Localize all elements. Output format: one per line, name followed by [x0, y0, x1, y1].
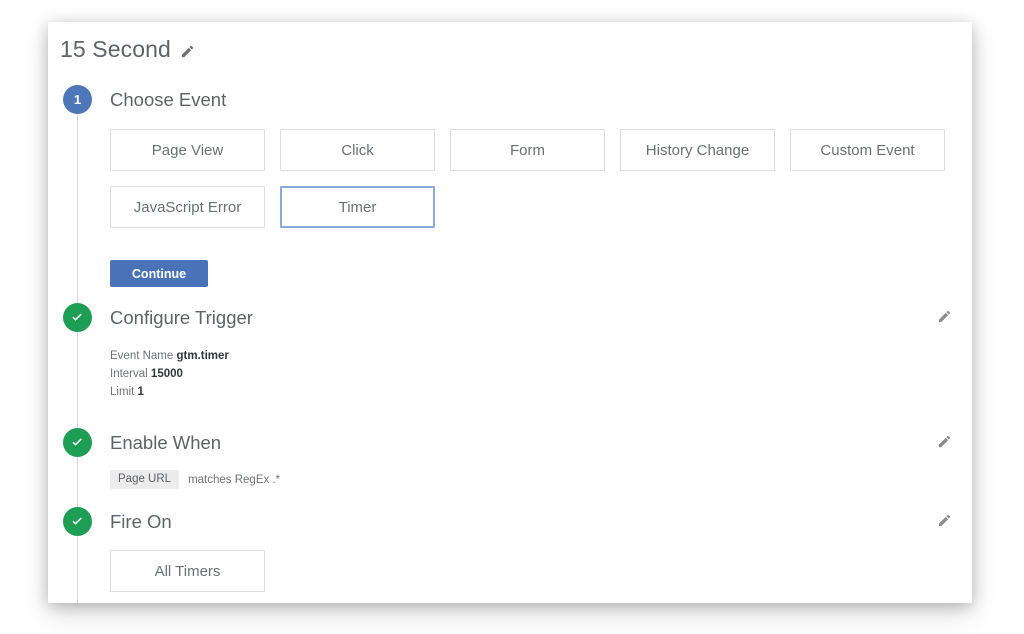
event-option-form[interactable]: Form — [450, 129, 605, 171]
trigger-title-row: 15 Second — [60, 36, 195, 63]
detail-value: 15000 — [150, 368, 183, 380]
detail-event-name: Event Name gtm.timer — [110, 347, 229, 365]
step-badge-number: 1 — [73, 92, 82, 107]
event-option-javascript-error[interactable]: JavaScript Error — [110, 186, 265, 228]
step-badge-1: 1 — [63, 85, 92, 114]
edit-title-pencil-icon[interactable] — [180, 44, 195, 59]
edit-configure-trigger-pencil-icon[interactable] — [937, 309, 952, 324]
detail-interval: Interval 15000 — [110, 365, 229, 383]
event-option-label: Timer — [338, 198, 377, 216]
step-title-choose-event: Choose Event — [110, 89, 227, 110]
continue-button-label: Continue — [131, 266, 187, 281]
trigger-editor-card: 15 Second 1 Choose Event Page View Click — [48, 22, 972, 603]
event-option-label: History Change — [645, 141, 750, 159]
event-option-label: Page View — [151, 141, 224, 159]
check-icon — [72, 438, 82, 446]
check-icon — [72, 313, 82, 321]
fire-on-options: All Timers — [110, 550, 960, 592]
edit-enable-when-pencil-icon[interactable] — [937, 434, 952, 449]
event-option-click[interactable]: Click — [280, 129, 435, 171]
event-option-label: Form — [510, 141, 545, 159]
step-badge-check-fire-on — [63, 507, 92, 536]
event-option-timer[interactable]: Timer — [280, 186, 435, 228]
continue-button[interactable]: Continue — [110, 260, 208, 287]
event-option-history-change[interactable]: History Change — [620, 129, 775, 171]
step-title-fire-on: Fire On — [110, 511, 172, 532]
step-title-enable-when: Enable When — [110, 432, 222, 453]
detail-value: 1 — [137, 386, 144, 398]
step-badge-check-enable-when — [63, 428, 92, 457]
event-option-label: Click — [341, 141, 374, 159]
detail-label: Limit — [110, 386, 135, 398]
event-option-custom-event[interactable]: Custom Event — [790, 129, 945, 171]
detail-label: Event Name — [110, 350, 174, 362]
fire-on-option-label: All Timers — [154, 562, 221, 580]
condition-operator-value: matches RegEx .* — [188, 473, 281, 486]
edit-fire-on-pencil-icon[interactable] — [937, 513, 952, 528]
detail-value: gtm.timer — [176, 350, 229, 362]
check-icon — [72, 517, 82, 525]
page-background: 15 Second 1 Choose Event Page View Click — [0, 0, 1024, 634]
detail-label: Interval — [110, 368, 148, 380]
page-title: 15 Second — [60, 36, 171, 62]
condition-variable-chip: Page URL — [110, 470, 180, 489]
event-option-label: Custom Event — [820, 141, 915, 159]
step-badge-check-configure — [63, 303, 92, 332]
event-option-label: JavaScript Error — [133, 198, 242, 216]
event-type-options: Page View Click Form History Change Cust… — [110, 129, 960, 228]
configure-trigger-details: Event Name gtm.timer Interval 15000 Limi… — [110, 347, 229, 401]
detail-limit: Limit 1 — [110, 383, 229, 401]
enable-when-condition: Page URL matches RegEx .* — [110, 470, 280, 489]
step-title-configure-trigger: Configure Trigger — [110, 307, 253, 328]
fire-on-option-all-timers[interactable]: All Timers — [110, 550, 265, 592]
event-option-page-view[interactable]: Page View — [110, 129, 265, 171]
